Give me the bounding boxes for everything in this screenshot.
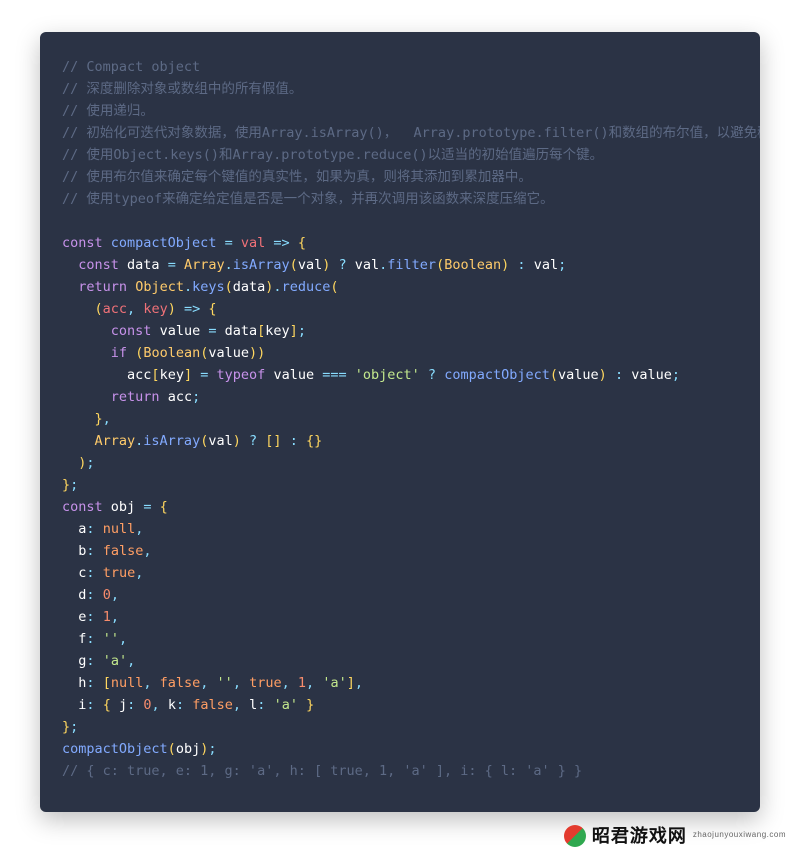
comment-line: // 初始化可迭代对象数据，使用Array.isArray()， Array.p… [62,125,760,141]
result-comment: // { c: true, e: 1, g: 'a', h: [ true, 1… [62,763,582,779]
comment-line: // 使用布尔值来确定每个键值的真实性，如果为真，则将其添加到累加器中。 [62,169,532,185]
comment-line: // 使用递归。 [62,103,154,119]
watermark-logo-icon [564,825,586,847]
comment-line: // 使用typeof来确定给定值是否是一个对象，并再次调用该函数来深度压缩它。 [62,191,554,207]
watermark: 昭君游戏网 zhaojunyouxiwang.com [564,824,786,848]
watermark-site-name: 昭君游戏网 [592,825,687,847]
comment-line: // Compact object [62,59,200,75]
comment-line: // 深度删除对象或数组中的所有假值。 [62,81,302,97]
watermark-site-url: zhaojunyouxiwang.com [693,824,786,846]
comment-line: // 使用Object.keys()和Array.prototype.reduc… [62,147,603,163]
code-snippet-card: // Compact object // 深度删除对象或数组中的所有假值。 //… [40,32,760,812]
code-block: // Compact object // 深度删除对象或数组中的所有假值。 //… [62,56,738,782]
